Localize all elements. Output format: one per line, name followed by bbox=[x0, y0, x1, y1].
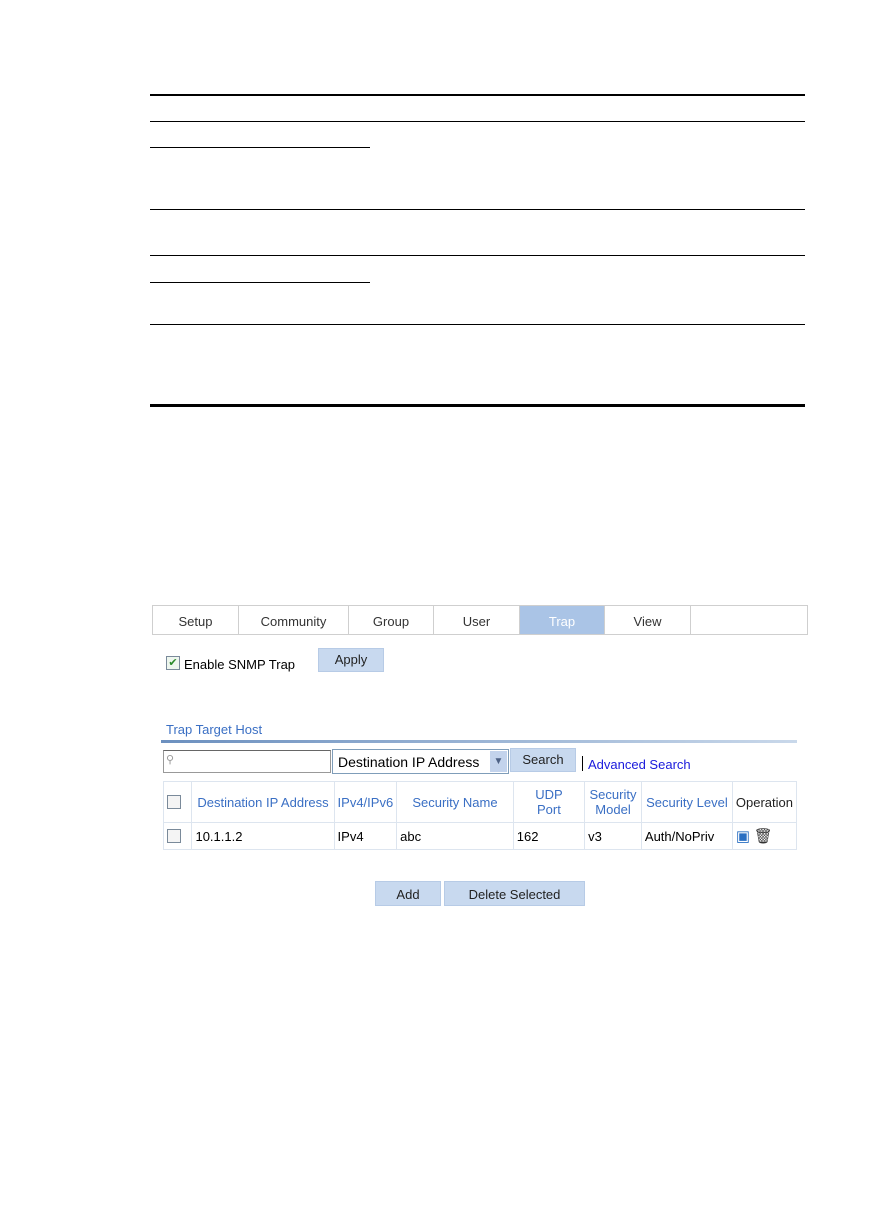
cell-port: 162 bbox=[512, 822, 586, 850]
col-destination: Destination IP Address bbox=[191, 781, 335, 823]
add-button[interactable]: Add bbox=[375, 881, 441, 906]
enable-snmp-trap-checkbox[interactable]: ✔ bbox=[166, 656, 180, 670]
table-bottom-rule bbox=[150, 404, 805, 407]
section-title: Trap Target Host bbox=[166, 722, 263, 737]
cell-level: Auth/NoPriv bbox=[640, 822, 733, 850]
search-icon: ⚲ bbox=[166, 754, 175, 766]
table-rule bbox=[150, 147, 370, 148]
cell-ipver: IPv4 bbox=[333, 822, 398, 850]
apply-button[interactable]: Apply bbox=[318, 648, 384, 672]
chevron-down-icon[interactable]: ▼ bbox=[490, 751, 507, 772]
row-select-cell bbox=[162, 822, 193, 850]
table-header-rule bbox=[150, 121, 805, 122]
cell-model: v3 bbox=[584, 822, 642, 850]
search-field-select[interactable]: Destination IP Address ▼ bbox=[332, 749, 509, 774]
tab-group[interactable]: Group bbox=[349, 606, 434, 634]
edit-icon[interactable]: ▣ bbox=[736, 828, 750, 845]
section-divider bbox=[161, 740, 797, 743]
col-udp-port: UDP Port bbox=[512, 781, 586, 823]
tab-view[interactable]: View bbox=[605, 606, 691, 634]
tab-bar: Setup Community Group User Trap View bbox=[152, 605, 808, 635]
cell-destination: 10.1.1.2 bbox=[191, 822, 335, 850]
tab-community[interactable]: Community bbox=[239, 606, 349, 634]
row-checkbox[interactable] bbox=[167, 829, 181, 843]
table-top-rule bbox=[150, 94, 805, 96]
advanced-search-link[interactable]: Advanced Search bbox=[588, 757, 691, 772]
table-rule bbox=[150, 324, 805, 325]
table-rule bbox=[150, 282, 370, 283]
cell-operation: ▣ 🗑 bbox=[731, 822, 798, 850]
table-row: 10.1.1.2 IPv4 abc 162 v3 Auth/NoPriv ▣ 🗑 bbox=[162, 822, 798, 850]
delete-selected-button[interactable]: Delete Selected bbox=[444, 881, 585, 906]
tab-trap[interactable]: Trap bbox=[520, 606, 605, 634]
col-operation: Operation bbox=[731, 781, 798, 823]
select-all-checkbox[interactable] bbox=[167, 795, 181, 809]
tab-setup[interactable]: Setup bbox=[153, 606, 239, 634]
col-security-name: Security Name bbox=[396, 781, 514, 823]
cell-security-name: abc bbox=[396, 822, 514, 850]
table-rule bbox=[150, 255, 805, 256]
col-ipver: IPv4/IPv6 bbox=[333, 781, 398, 823]
table-header-row: Destination IP Address IPv4/IPv6 Securit… bbox=[162, 781, 798, 823]
enable-snmp-trap-label: Enable SNMP Trap bbox=[184, 657, 296, 672]
tab-user[interactable]: User bbox=[434, 606, 520, 634]
col-security-model: Security Model bbox=[584, 781, 642, 823]
trap-host-table: Destination IP Address IPv4/IPv6 Securit… bbox=[162, 781, 798, 850]
trash-icon[interactable]: 🗑 bbox=[754, 828, 773, 845]
search-button[interactable]: Search bbox=[510, 748, 576, 772]
select-all-cell bbox=[162, 781, 193, 823]
separator bbox=[582, 756, 583, 771]
search-input[interactable]: ⚲ bbox=[163, 750, 331, 773]
col-security-level: Security Level bbox=[640, 781, 733, 823]
table-rule bbox=[150, 209, 805, 210]
search-field-value: Destination IP Address bbox=[338, 754, 480, 770]
